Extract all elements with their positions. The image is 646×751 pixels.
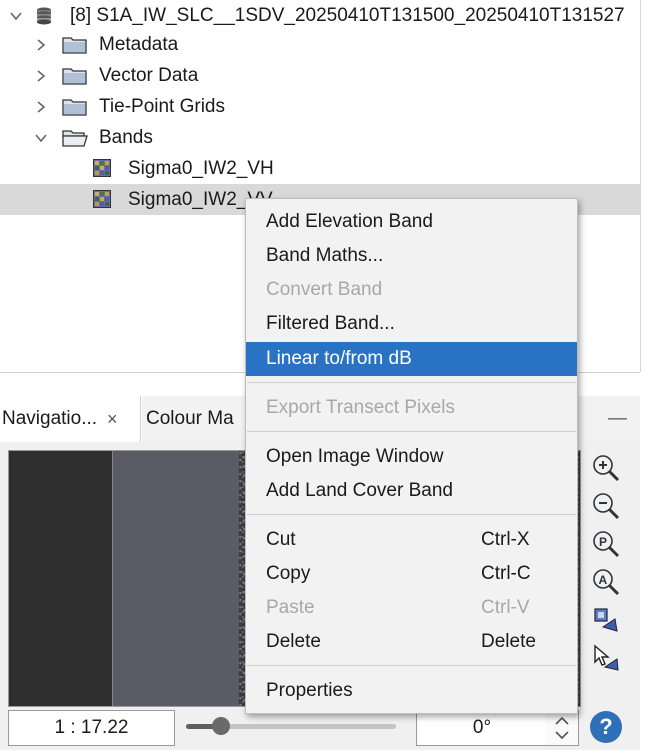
- folder-icon: [62, 66, 88, 85]
- band-label: Sigma0_IW2_VH: [128, 157, 274, 179]
- help-button[interactable]: ?: [590, 711, 622, 743]
- menu-item-add-land-cover-band[interactable]: Add Land Cover Band: [246, 474, 577, 508]
- tree-item-label: Tie-Point Grids: [99, 95, 225, 117]
- tree-item-tie-point-grids[interactable]: Tie-Point Grids: [0, 91, 640, 122]
- tab-label: Colour Ma: [146, 408, 234, 429]
- tree-item-vector-data[interactable]: Vector Data: [0, 60, 640, 91]
- product-label: [8] S1A_IW_SLC__1SDV_20250410T131500_202…: [70, 4, 625, 26]
- menu-item-cut[interactable]: Cut Ctrl-X: [246, 523, 577, 557]
- shortcut-label: Ctrl-V: [481, 597, 530, 618]
- tree-item-bands[interactable]: Bands: [0, 122, 640, 153]
- rotation-angle-field[interactable]: 0°: [416, 710, 548, 746]
- image-strip: [9, 451, 112, 706]
- zoom-out-icon[interactable]: [586, 488, 626, 524]
- minimize-icon[interactable]: —: [608, 408, 627, 430]
- spinner-arrows-icon[interactable]: [546, 711, 578, 745]
- angle-spinner[interactable]: [546, 710, 579, 746]
- menu-item-copy[interactable]: Copy Ctrl-C: [246, 557, 577, 591]
- shortcut-label: Delete: [481, 631, 536, 652]
- angle-value: 0°: [472, 717, 492, 738]
- tab-label: Navigatio...: [2, 408, 98, 429]
- zoom-slider-thumb[interactable]: [212, 717, 230, 735]
- shortcut-label: Ctrl-X: [481, 529, 530, 550]
- chevron-right-icon[interactable]: [34, 38, 48, 52]
- chevron-right-icon[interactable]: [34, 69, 48, 83]
- tab-colour-manipulation[interactable]: Colour Ma: [140, 396, 252, 442]
- menu-item-paste: Paste Ctrl-V: [266, 597, 530, 618]
- tree-item-label: Vector Data: [99, 64, 199, 86]
- band-raster-icon: [93, 190, 111, 208]
- menu-item-delete[interactable]: Delete Delete: [246, 625, 577, 659]
- product-icon: [34, 6, 52, 25]
- chevron-right-icon[interactable]: [34, 100, 48, 114]
- menu-item-properties[interactable]: Properties: [246, 674, 577, 708]
- menu-item-linear-to-from-db[interactable]: Linear to/from dB: [246, 342, 577, 376]
- tree-item-label: Bands: [99, 126, 153, 148]
- menu-item-add-elevation-band[interactable]: Add Elevation Band: [246, 205, 577, 239]
- folder-open-icon: [62, 128, 88, 147]
- menu-separator: [247, 665, 576, 666]
- scale-value: 1 : 17.22: [54, 717, 129, 738]
- menu-item-filtered-band[interactable]: Filtered Band...: [246, 307, 577, 341]
- svg-text:A: A: [599, 573, 608, 587]
- shortcut-label: Ctrl-C: [481, 563, 531, 584]
- menu-separator: [247, 382, 576, 383]
- tree-row-product[interactable]: [8] S1A_IW_SLC__1SDV_20250410T131500_202…: [0, 0, 640, 31]
- zoom-all-icon[interactable]: A: [586, 564, 626, 600]
- menu-separator: [247, 514, 576, 515]
- tab-navigation[interactable]: Navigatio... ×: [0, 396, 142, 442]
- menu-item-convert-band: Convert Band: [266, 279, 383, 300]
- menu-item-open-image-window[interactable]: Open Image Window: [246, 440, 577, 474]
- zoom-in-icon[interactable]: [586, 450, 626, 486]
- close-icon[interactable]: ×: [107, 409, 118, 430]
- menu-item-export-transect-pixels: Export Transect Pixels: [266, 397, 456, 418]
- folder-icon: [62, 97, 88, 116]
- menu-item-band-maths[interactable]: Band Maths...: [246, 239, 577, 273]
- tree-item-metadata[interactable]: Metadata: [0, 29, 640, 60]
- context-menu: Add Elevation Band Band Maths... Convert…: [245, 198, 578, 714]
- band-raster-icon: [93, 159, 111, 177]
- sync-cursor-icon[interactable]: [586, 640, 626, 676]
- tree-item-label: Metadata: [99, 33, 179, 55]
- sync-views-icon[interactable]: [586, 602, 626, 638]
- chevron-down-icon[interactable]: [34, 131, 48, 145]
- band-row-vh[interactable]: Sigma0_IW2_VH: [0, 153, 640, 184]
- image-strip: [112, 451, 240, 706]
- svg-text:P: P: [599, 535, 607, 549]
- folder-icon: [62, 35, 88, 54]
- menu-separator: [247, 431, 576, 432]
- scale-field[interactable]: 1 : 17.22: [8, 710, 175, 746]
- chevron-down-icon[interactable]: [9, 9, 23, 23]
- zoom-pixel-icon[interactable]: P: [586, 526, 626, 562]
